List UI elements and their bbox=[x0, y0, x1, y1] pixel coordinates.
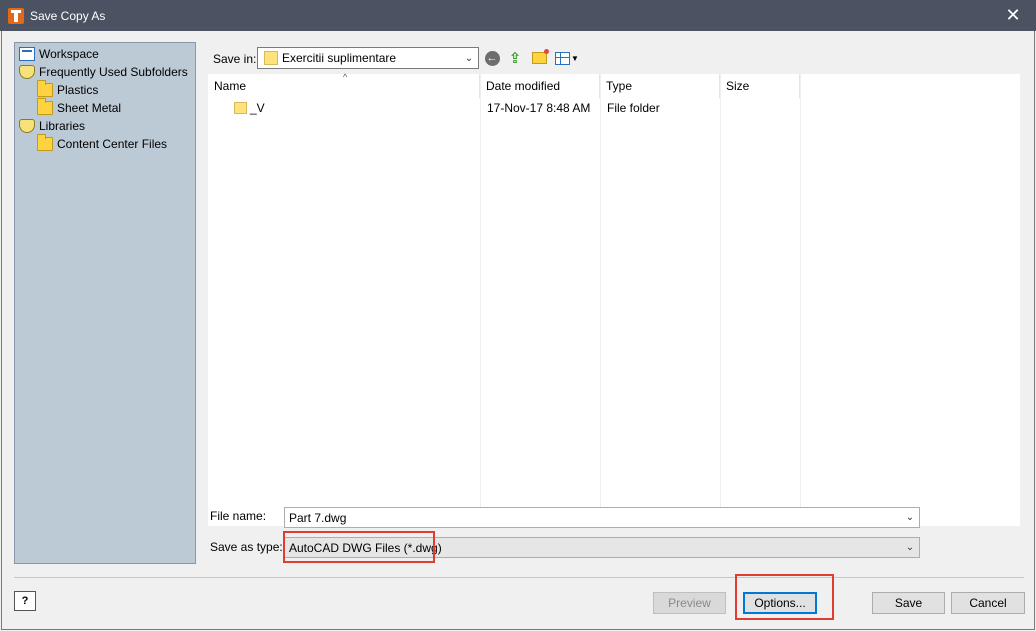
chevron-down-icon: ⌄ bbox=[464, 52, 474, 64]
sidebar-item-frequently-used-subfolders[interactable]: Frequently Used Subfolders bbox=[15, 63, 195, 81]
sidebar-item-label: Frequently Used Subfolders bbox=[39, 65, 188, 79]
view-menu-button[interactable]: ▼ bbox=[553, 49, 581, 67]
annotation-highlight-options bbox=[735, 574, 834, 620]
folder-icon bbox=[234, 102, 247, 114]
inventor-app-icon bbox=[8, 7, 24, 24]
back-arrow-icon: ← bbox=[484, 50, 500, 66]
column-divider bbox=[800, 74, 801, 526]
close-button[interactable]: ✕ bbox=[990, 0, 1036, 31]
folder-icon bbox=[37, 98, 53, 115]
sidebar-item-label: Content Center Files bbox=[57, 137, 168, 151]
back-button[interactable]: ← bbox=[483, 49, 501, 67]
column-divider bbox=[480, 74, 481, 526]
file-name-label: File name: bbox=[210, 509, 267, 523]
library-icon bbox=[19, 65, 35, 79]
folder-icon bbox=[264, 51, 278, 65]
chevron-down-icon: ▼ bbox=[571, 53, 579, 63]
window-title: Save Copy As bbox=[30, 8, 106, 23]
sidebar-item-label: Workspace bbox=[39, 47, 99, 61]
sidebar-item-workspace[interactable]: Workspace bbox=[15, 45, 195, 63]
file-name-cell: _V bbox=[234, 98, 265, 118]
save-in-value: Exercitii suplimentare bbox=[282, 51, 397, 65]
chevron-down-icon: ⌄ bbox=[905, 512, 915, 523]
chevron-down-icon: ⌄ bbox=[905, 542, 915, 553]
cancel-button[interactable]: Cancel bbox=[951, 592, 1025, 614]
save-in-dropdown[interactable]: Exercitii suplimentare ⌄ bbox=[257, 47, 479, 69]
file-list[interactable]: Name ^ Date modified Type Size _V 17-Nov… bbox=[208, 72, 1020, 526]
library-icon bbox=[19, 119, 35, 133]
save-button[interactable]: Save bbox=[872, 592, 945, 614]
up-one-level-button[interactable]: ⇪ bbox=[506, 49, 524, 67]
new-folder-icon bbox=[531, 49, 549, 64]
column-divider bbox=[600, 74, 601, 526]
column-header-name[interactable]: Name ^ bbox=[208, 72, 480, 98]
folder-icon bbox=[37, 134, 53, 151]
sidebar-item-label: Libraries bbox=[39, 119, 86, 133]
file-name-value: Part 7.dwg bbox=[289, 510, 347, 525]
annotation-highlight-file-type bbox=[283, 531, 435, 563]
save-in-label: Save in: bbox=[213, 52, 257, 66]
save-as-type-label: Save as type: bbox=[210, 540, 283, 554]
sidebar-item-plastics[interactable]: Plastics bbox=[15, 80, 195, 99]
file-name-input[interactable]: Part 7.dwg ⌄ bbox=[284, 507, 920, 528]
location-sidebar: Workspace Frequently Used Subfolders Pla… bbox=[14, 42, 196, 564]
view-grid-icon bbox=[555, 51, 571, 65]
table-row[interactable]: _V 17-Nov-17 8:48 AM File folder bbox=[208, 98, 1020, 118]
sidebar-item-label: Sheet Metal bbox=[57, 101, 122, 115]
footer-divider bbox=[14, 577, 1024, 578]
file-type-cell: File folder bbox=[607, 101, 660, 115]
workspace-icon bbox=[19, 47, 35, 61]
sidebar-item-sheet-metal[interactable]: Sheet Metal bbox=[15, 98, 195, 117]
help-button[interactable]: ? bbox=[14, 591, 36, 611]
up-folder-icon: ⇪ bbox=[508, 50, 522, 67]
column-header-date-modified[interactable]: Date modified bbox=[480, 74, 600, 98]
folder-icon bbox=[37, 80, 53, 97]
column-header-type[interactable]: Type bbox=[600, 74, 720, 98]
new-folder-button[interactable] bbox=[530, 49, 549, 67]
sort-ascending-icon: ^ bbox=[343, 72, 348, 82]
title-bar: Save Copy As ✕ bbox=[0, 0, 1036, 31]
file-date-cell: 17-Nov-17 8:48 AM bbox=[487, 101, 591, 115]
preview-button[interactable]: Preview bbox=[653, 592, 726, 614]
sidebar-item-content-center-files[interactable]: Content Center Files bbox=[15, 134, 195, 153]
sidebar-item-label: Plastics bbox=[57, 83, 99, 97]
column-divider bbox=[720, 74, 721, 526]
sidebar-item-libraries[interactable]: Libraries bbox=[15, 117, 195, 135]
column-header-size[interactable]: Size bbox=[720, 74, 800, 98]
save-copy-as-dialog: Workspace Frequently Used Subfolders Pla… bbox=[1, 31, 1035, 630]
